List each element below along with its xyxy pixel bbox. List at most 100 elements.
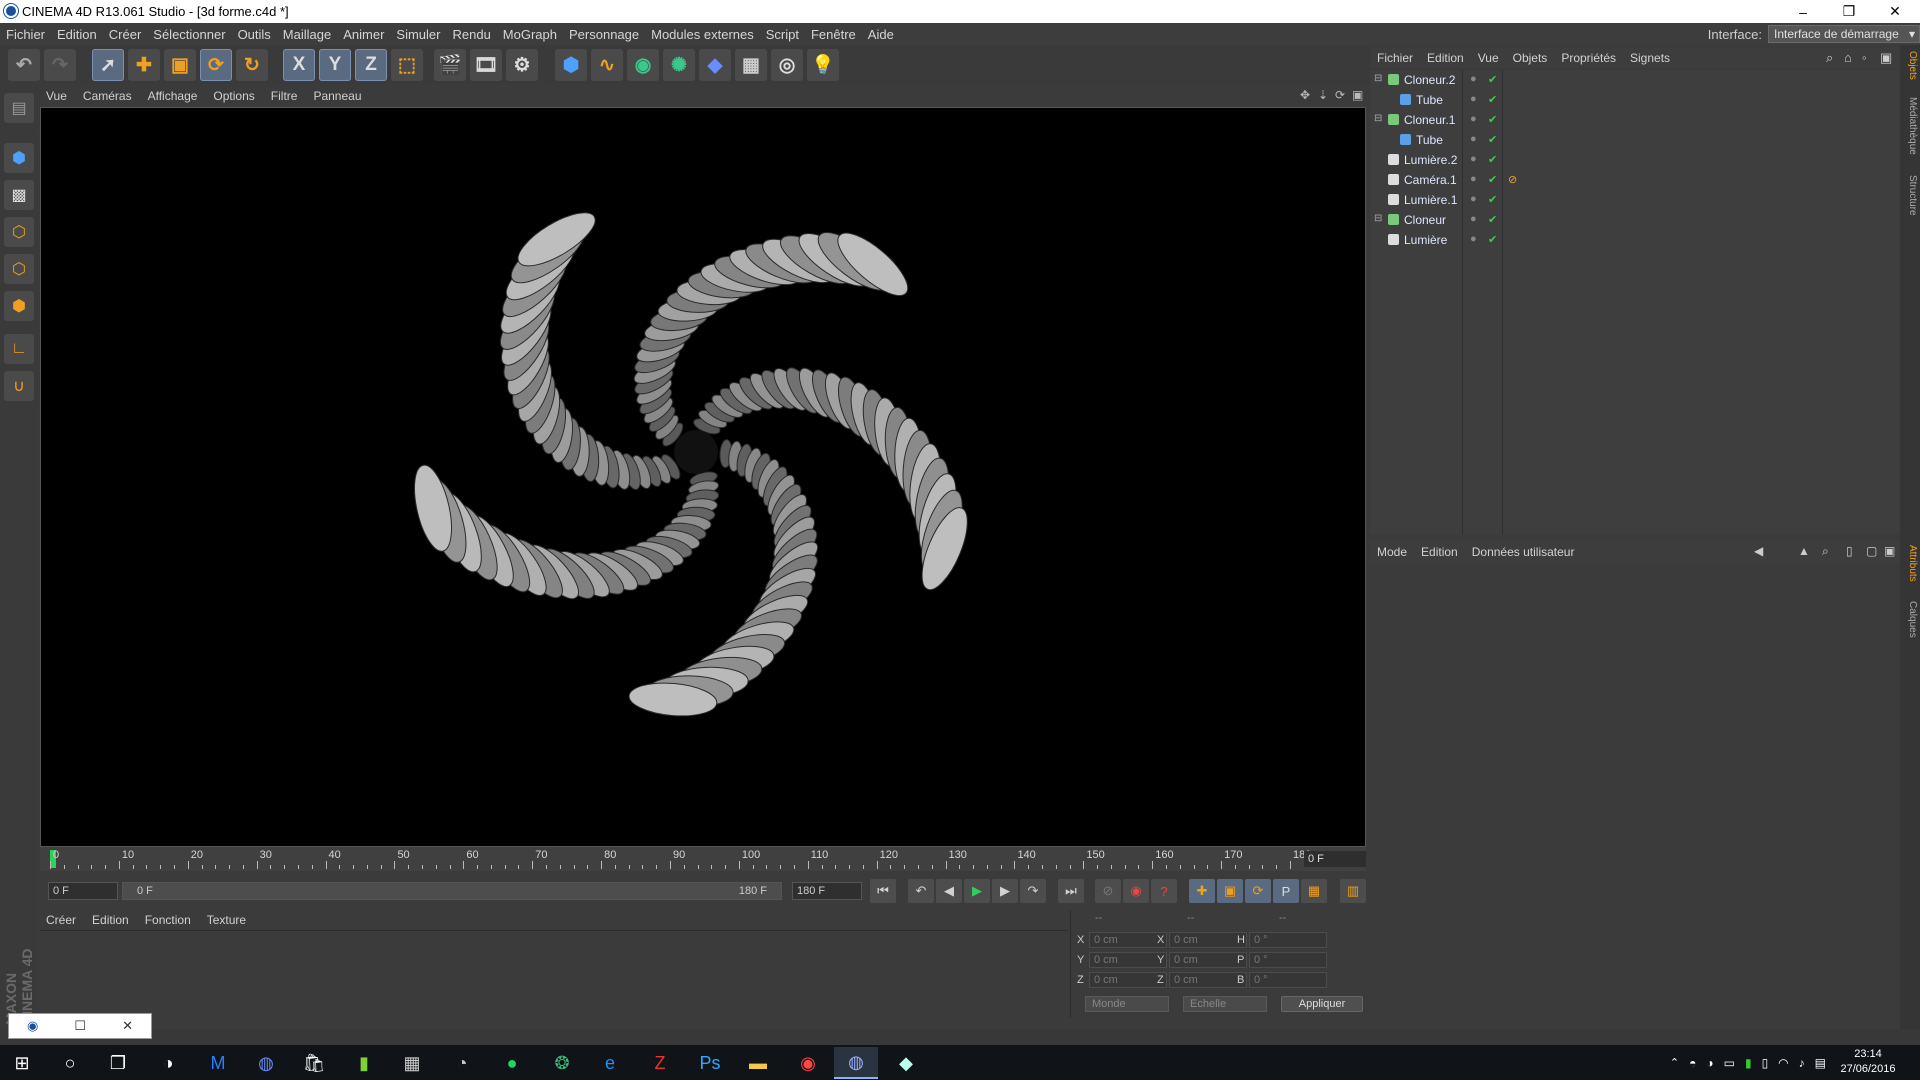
- maximize-button[interactable]: ❐: [1826, 0, 1872, 23]
- visibility-dot-icon[interactable]: ●: [1470, 233, 1477, 245]
- tab-mediatheque[interactable]: Médiathèque: [1902, 97, 1918, 155]
- object-row[interactable]: ⊟ Cloneur.1 ● ✔: [1370, 110, 1900, 130]
- object-search-icon[interactable]: ⌕: [1826, 50, 1833, 66]
- spline-icon[interactable]: ∿: [591, 49, 623, 81]
- menu-outils[interactable]: Outils: [232, 27, 277, 42]
- close-button[interactable]: ✕: [1872, 0, 1918, 23]
- viewport-toggle-icon[interactable]: ▣: [1352, 88, 1363, 102]
- move-icon[interactable]: ✚: [128, 49, 160, 81]
- volume-icon[interactable]: ♪: [1799, 1056, 1805, 1070]
- object-row[interactable]: ⊟ Cloneur ● ✔: [1370, 210, 1900, 230]
- menu-rendu[interactable]: Rendu: [446, 27, 496, 42]
- previous-frame-icon[interactable]: ◀: [936, 879, 962, 903]
- render-settings-icon[interactable]: ⚙: [506, 49, 538, 81]
- minimize-button[interactable]: –: [1780, 0, 1826, 23]
- material-menu-texture[interactable]: Texture: [199, 913, 254, 927]
- malwarebytes-app-icon[interactable]: M: [196, 1047, 240, 1079]
- object-row[interactable]: Lumière.2 ● ✔: [1370, 150, 1900, 170]
- enabled-check-icon[interactable]: ✔: [1488, 213, 1497, 226]
- attr-up-icon[interactable]: ▲: [1798, 544, 1810, 558]
- material-menu-fonction[interactable]: Fonction: [137, 913, 199, 927]
- key-rotation-icon[interactable]: ⟳: [1245, 879, 1271, 903]
- coord-value-field[interactable]: 0 cm: [1169, 932, 1247, 948]
- object-panel-icon[interactable]: ▣: [1880, 50, 1892, 66]
- menu-simuler[interactable]: Simuler: [390, 27, 446, 42]
- chrome-browser-icon[interactable]: ◉: [786, 1047, 830, 1079]
- steam-app-icon[interactable]: ◑: [146, 1047, 190, 1079]
- menu-fenetre[interactable]: Fenêtre: [805, 27, 862, 42]
- viewport-menu-options[interactable]: Options: [205, 89, 262, 103]
- texture-mode-icon[interactable]: ▩: [4, 180, 34, 210]
- menu-aide[interactable]: Aide: [862, 27, 900, 42]
- tray-device-icon[interactable]: ▭: [1724, 1056, 1735, 1070]
- expand-toggle-icon[interactable]: ⊟: [1374, 213, 1382, 224]
- timeline-window-icon[interactable]: ▥: [1340, 879, 1366, 903]
- menu-modules-externes[interactable]: Modules externes: [645, 27, 760, 42]
- array-icon[interactable]: ✺: [663, 49, 695, 81]
- redo-icon[interactable]: ↷: [44, 49, 76, 81]
- make-editable-icon[interactable]: ▤: [4, 93, 34, 123]
- enabled-check-icon[interactable]: ✔: [1488, 113, 1497, 126]
- start-windows-icon[interactable]: ⊞: [0, 1047, 44, 1079]
- minimized-restore-icon[interactable]: ☐: [74, 1018, 86, 1034]
- enabled-check-icon[interactable]: ✔: [1488, 133, 1497, 146]
- object-row[interactable]: Lumière ● ✔: [1370, 230, 1900, 250]
- object-menu-objets[interactable]: Objets: [1506, 51, 1555, 65]
- start-frame-field[interactable]: 0 F: [48, 882, 118, 900]
- visibility-dot-icon[interactable]: ●: [1470, 133, 1477, 145]
- axis-mode-icon[interactable]: ∟: [4, 334, 34, 364]
- axis-y-toggle[interactable]: Y: [319, 49, 351, 81]
- menu-edition[interactable]: Edition: [51, 27, 103, 42]
- key-scale-icon[interactable]: ▣: [1217, 879, 1243, 903]
- minimized-app-icon[interactable]: ◉: [27, 1018, 38, 1034]
- coord-value-field[interactable]: 0 °: [1249, 972, 1327, 988]
- attr-lock-icon[interactable]: ▯: [1846, 544, 1853, 558]
- viewport-menu-vue[interactable]: Vue: [38, 89, 75, 103]
- cinema4d-taskbar-icon[interactable]: ◍: [834, 1047, 878, 1079]
- next-key-icon[interactable]: ↷: [1020, 879, 1046, 903]
- viewport-menu-affichage[interactable]: Affichage: [140, 89, 206, 103]
- menu-personnage[interactable]: Personnage: [563, 27, 645, 42]
- minimized-window-strip[interactable]: ◉ ☐ ✕: [8, 1013, 152, 1039]
- tab-attributs[interactable]: Attributs: [1902, 545, 1918, 582]
- object-home-icon[interactable]: ⌂: [1844, 50, 1852, 65]
- magnet-icon[interactable]: ∪: [4, 371, 34, 401]
- viewport-rotate-icon[interactable]: ⟳: [1335, 88, 1345, 102]
- enabled-check-icon[interactable]: ✔: [1488, 173, 1497, 186]
- menu-script[interactable]: Script: [760, 27, 805, 42]
- object-menu-edition[interactable]: Edition: [1420, 51, 1471, 65]
- interface-dropdown[interactable]: Interface de démarrage: [1768, 25, 1920, 43]
- enabled-check-icon[interactable]: ✔: [1488, 233, 1497, 246]
- notifications-icon[interactable]: ▤: [1815, 1056, 1826, 1070]
- material-menu-edition[interactable]: Edition: [84, 913, 137, 927]
- protection-tag-icon[interactable]: ⊘: [1508, 173, 1517, 186]
- task-view-icon[interactable]: ❐: [96, 1047, 140, 1079]
- menu-maillage[interactable]: Maillage: [277, 27, 337, 42]
- visibility-dot-icon[interactable]: ●: [1470, 73, 1477, 85]
- render-view-icon[interactable]: 🎬: [434, 49, 466, 81]
- visibility-dot-icon[interactable]: ●: [1470, 153, 1477, 165]
- polygon-mode-icon[interactable]: ⬢: [4, 291, 34, 321]
- preview-range-slider[interactable]: 0 F 180 F: [122, 882, 782, 900]
- menu-animer[interactable]: Animer: [337, 27, 390, 42]
- menu-selectionner[interactable]: Sélectionner: [147, 27, 231, 42]
- photoshop-app-icon[interactable]: Ps: [688, 1047, 732, 1079]
- expand-toggle-icon[interactable]: ⊟: [1374, 113, 1382, 124]
- attr-new-icon[interactable]: ▢: [1866, 544, 1877, 558]
- tray-expand-icon[interactable]: ⌃: [1670, 1056, 1679, 1069]
- coord-value-field[interactable]: 0 cm: [1089, 972, 1167, 988]
- point-mode-icon[interactable]: ⬡: [4, 217, 34, 247]
- rotate-alt-icon[interactable]: ↻: [236, 49, 268, 81]
- axis-z-toggle[interactable]: Z: [355, 49, 387, 81]
- 3d-viewport[interactable]: [40, 107, 1366, 847]
- render-picture-viewer-icon[interactable]: 🎞: [470, 49, 502, 81]
- timeline-ruler[interactable]: 0 10 20 30 40 50 60 70 80 90 100 110 120 130 140 150 160…: [40, 847, 1366, 871]
- attr-panel-icon[interactable]: ▣: [1884, 544, 1895, 558]
- enabled-check-icon[interactable]: ✔: [1488, 193, 1497, 206]
- object-menu-vue[interactable]: Vue: [1471, 51, 1506, 65]
- previous-key-icon[interactable]: ↶: [908, 879, 934, 903]
- object-row[interactable]: Tube ● ✔: [1370, 130, 1900, 150]
- tab-objets[interactable]: Objets: [1902, 51, 1918, 80]
- viewport-zoom-icon[interactable]: ⇣: [1318, 88, 1328, 102]
- viewport-menu-filtre[interactable]: Filtre: [263, 89, 306, 103]
